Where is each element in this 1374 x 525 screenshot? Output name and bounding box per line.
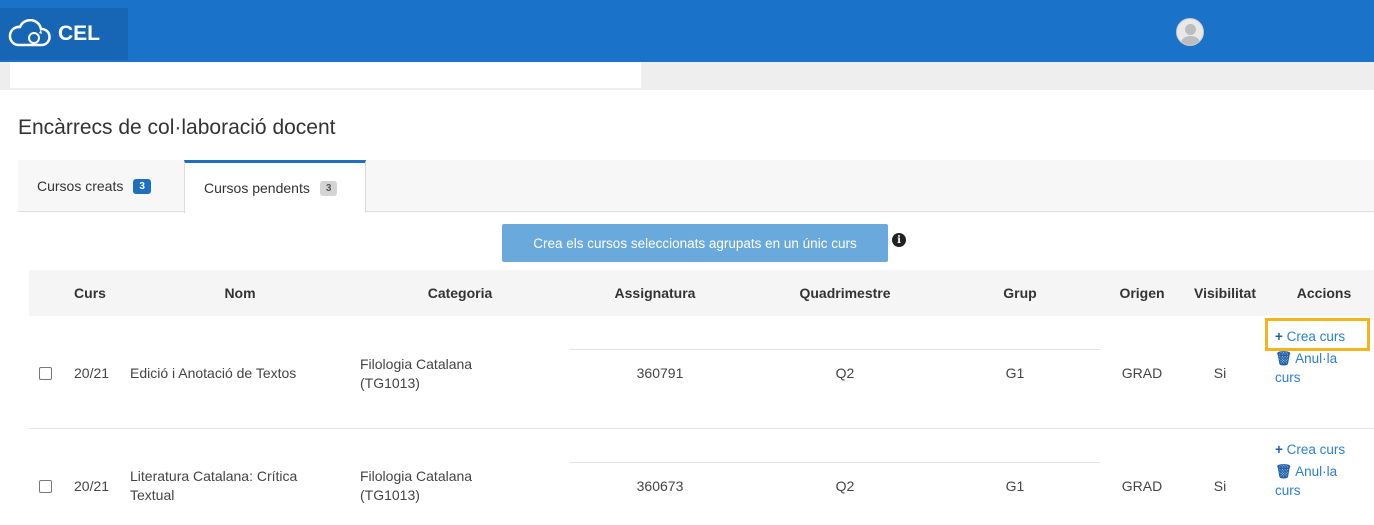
cell-curs: 20/21: [74, 365, 110, 381]
column-header-curs[interactable]: Curs: [60, 270, 120, 316]
cancel-course-label: Anul·la: [1295, 464, 1338, 479]
user-avatar-icon[interactable]: [1176, 18, 1204, 46]
cancel-course-link[interactable]: 🗑 Anul·la curs: [1275, 462, 1337, 500]
count-badge: 3: [133, 178, 151, 194]
cell-categoria: Filologia Catalana (TG1013): [360, 468, 472, 503]
row-select-checkbox[interactable]: [39, 367, 52, 380]
row-divider: [570, 462, 1100, 463]
breadcrumb-bar: [0, 62, 1374, 90]
cell-visibilitat: Si: [1213, 478, 1227, 494]
count-badge: 3: [319, 180, 338, 196]
row-divider: [570, 349, 1100, 350]
brand-logo[interactable]: CEL: [0, 8, 128, 60]
create-course-label: Crea curs: [1286, 442, 1346, 457]
column-header-assignatura[interactable]: Assignatura: [590, 270, 720, 316]
column-header-visibilitat[interactable]: Visibilitat: [1180, 270, 1270, 316]
column-header-origen[interactable]: Origen: [1112, 270, 1172, 316]
cell-grup: G1: [1005, 478, 1025, 494]
cancel-course-label-line2: curs: [1275, 483, 1301, 498]
info-circle-icon[interactable]: i: [892, 233, 906, 247]
cell-nom: Edició i Anotació de Textos: [130, 365, 297, 381]
trash-icon: 🗑: [1275, 351, 1293, 366]
tab-label: Cursos pendents: [204, 180, 310, 196]
cell-quadrimestre: Q2: [835, 478, 855, 494]
cell-origen: GRAD: [1121, 365, 1163, 381]
cancel-course-label-line2: curs: [1275, 370, 1301, 385]
title-redaction: [364, 112, 606, 142]
cell-origen: GRAD: [1121, 478, 1163, 494]
cancel-course-link[interactable]: 🗑 Anul·la curs: [1275, 349, 1337, 387]
tab-label: Cursos creats: [37, 178, 124, 194]
create-grouped-courses-button[interactable]: Crea els cursos seleccionats agrupats en…: [502, 224, 888, 262]
cell-assignatura: 360673: [636, 478, 684, 494]
row-select-checkbox[interactable]: [39, 480, 52, 493]
cell-categoria: Filologia Catalana (TG1013): [360, 356, 472, 391]
column-header-quadrimestre[interactable]: Quadrimestre: [775, 270, 915, 316]
plus-icon: +: [1275, 442, 1283, 457]
categoria-name: Filologia Catalana: [360, 356, 473, 372]
cell-nom: Literatura Catalana: Crítica Textual: [130, 468, 297, 503]
cell-curs: 20/21: [74, 478, 110, 494]
trash-icon: 🗑: [1275, 464, 1293, 479]
brand-name: CEL: [58, 22, 100, 45]
cell-assignatura: 360791: [636, 365, 684, 381]
cloud-sync-icon: [8, 19, 51, 47]
column-header-grup[interactable]: Grup: [990, 270, 1050, 316]
breadcrumb: [10, 62, 641, 88]
cell-grup: G1: [1005, 365, 1025, 381]
tab-cursos-creats[interactable]: Cursos creats 3: [18, 160, 184, 212]
column-header-categoria[interactable]: Categoria: [405, 270, 515, 316]
column-header-nom[interactable]: Nom: [190, 270, 290, 316]
cancel-course-label: Anul·la: [1295, 351, 1338, 366]
top-navbar: CEL: [0, 0, 1374, 62]
page-title: Encàrrecs de col·laboració docent: [18, 116, 336, 139]
create-course-link[interactable]: + Crea curs: [1275, 440, 1345, 459]
nom-line: Textual: [130, 487, 175, 503]
categoria-code: (TG1013): [360, 487, 420, 503]
tab-bar: Cursos creats 3 Cursos pendents 3: [18, 160, 1374, 213]
cell-quadrimestre: Q2: [835, 365, 855, 381]
column-header-accions: Accions: [1296, 285, 1352, 301]
row-separator: [29, 428, 1374, 429]
cell-visibilitat: Si: [1213, 365, 1227, 381]
categoria-name: Filologia Catalana: [360, 468, 473, 484]
nom-line: Literatura Catalana: Crítica: [130, 468, 298, 484]
highlight-box: [1265, 318, 1370, 351]
categoria-code: (TG1013): [360, 375, 420, 391]
tab-cursos-pendents[interactable]: Cursos pendents 3: [184, 160, 366, 213]
